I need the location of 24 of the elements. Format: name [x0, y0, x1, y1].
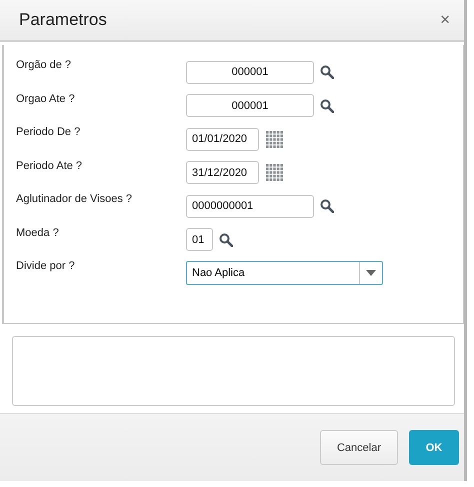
input-field[interactable]: 000001 [186, 94, 314, 117]
field-label: Periodo Ate ? [15, 158, 84, 174]
calendar-icon[interactable] [265, 130, 284, 148]
field-label: Periodo De ? [15, 125, 82, 140]
search-icon[interactable] [320, 65, 334, 79]
dropdown-arrow-icon[interactable] [366, 270, 376, 276]
field-label: Divide por ? [15, 259, 76, 274]
close-button[interactable]: × [436, 10, 454, 30]
input-field[interactable]: 01/01/2020 [186, 128, 259, 150]
search-icon[interactable] [320, 98, 334, 112]
field-label: Moeda ? [15, 226, 60, 240]
search-icon[interactable] [320, 199, 334, 213]
cancel-button[interactable]: Cancelar [320, 430, 398, 465]
calendar-icon[interactable] [265, 163, 284, 182]
field-label: Aglutinador de Visoes ? [15, 192, 133, 207]
window-title: Parametros [19, 10, 107, 30]
search-icon[interactable] [219, 232, 233, 246]
dropdown-field[interactable]: Nao Aplica [186, 261, 383, 285]
input-field[interactable]: 0000000001 [186, 194, 314, 218]
input-field[interactable]: 01 [186, 228, 213, 251]
field-label: Orgão de ? [15, 58, 72, 73]
input-field[interactable]: 31/12/2020 [186, 161, 259, 184]
field-label: Orgao Ate ? [15, 92, 76, 106]
input-field[interactable]: 000001 [186, 60, 314, 84]
